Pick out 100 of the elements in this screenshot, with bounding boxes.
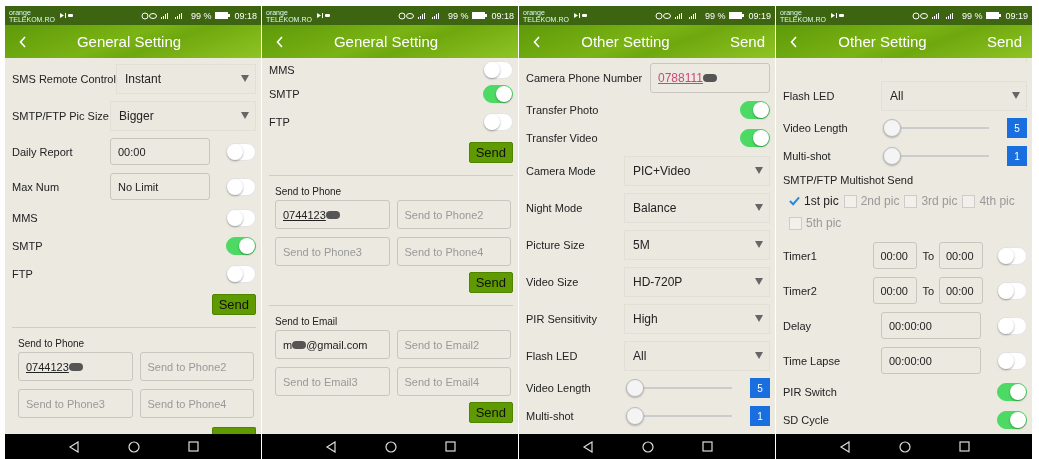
setting-label: Flash LED	[783, 89, 836, 102]
setting-label: Video Size	[526, 275, 580, 288]
clock-time: 09:19	[748, 10, 771, 21]
dropdown[interactable]: All	[624, 340, 770, 371]
setting-label: Video Length	[526, 382, 592, 394]
input-field[interactable]: 00:00	[939, 242, 983, 269]
setting-label: Transfer Photo	[526, 104, 600, 116]
send-button[interactable]: Send	[468, 271, 513, 293]
clock-time: 09:18	[491, 10, 514, 21]
recents-icon[interactable]	[187, 441, 199, 452]
input-field[interactable]: m @gmail.com	[275, 330, 390, 359]
input-field[interactable]: Send to Phone4	[396, 237, 511, 266]
input-field[interactable]: 00:00	[873, 242, 918, 269]
value-readout: 5	[1007, 118, 1027, 138]
range-label: To	[922, 284, 934, 297]
back-nav-icon[interactable]	[838, 440, 851, 453]
back-icon[interactable]	[276, 35, 284, 48]
input-field[interactable]: 00:00:00	[881, 347, 981, 374]
setting-label: SMS Remote Control	[12, 72, 116, 85]
setting-label: FTP	[12, 268, 34, 280]
dropdown[interactable]: HD-720P	[624, 266, 770, 297]
toggle-switch[interactable]	[483, 85, 513, 103]
back-icon[interactable]	[790, 35, 798, 48]
slider-thumb[interactable]	[626, 379, 644, 397]
slider-thumb[interactable]	[883, 119, 901, 137]
setting-label: Camera Mode	[526, 164, 597, 177]
toggle-switch[interactable]	[997, 246, 1027, 265]
toggle-switch[interactable]	[740, 129, 770, 147]
setting-label: Picture Size	[526, 238, 586, 251]
dropdown[interactable]: Bigger	[110, 100, 256, 131]
send-button[interactable]: Send	[211, 293, 256, 315]
toggle-switch[interactable]	[997, 383, 1027, 401]
toggle-switch[interactable]	[226, 209, 256, 227]
recents-icon[interactable]	[958, 441, 970, 452]
setting-label: SMTP	[269, 88, 301, 100]
setting-label: Daily Report	[12, 145, 74, 158]
notification-icons	[315, 12, 330, 19]
back-nav-icon[interactable]	[67, 440, 80, 453]
dropdown[interactable]: Instant	[115, 63, 256, 94]
recents-icon[interactable]	[444, 441, 456, 452]
home-icon[interactable]	[641, 440, 654, 453]
dropdown[interactable]: PIC+Video	[624, 155, 770, 186]
input-field[interactable]: 00:00:00	[881, 312, 981, 339]
toggle-switch[interactable]	[997, 351, 1027, 370]
setting-label: SMTP	[12, 240, 44, 252]
send-button[interactable]: Send	[468, 141, 513, 163]
input-field[interactable]: No Limit	[110, 173, 210, 200]
checkbox[interactable]: 1st pic	[789, 192, 839, 210]
toggle-switch[interactable]	[226, 237, 256, 255]
toggle-switch[interactable]	[997, 411, 1027, 429]
input-field[interactable]: Send to Phone2	[139, 352, 254, 381]
input-field[interactable]: 0744123	[18, 352, 133, 381]
input-field[interactable]: Send to Phone2	[396, 200, 511, 229]
toggle-switch[interactable]	[740, 101, 770, 119]
input-field[interactable]: 00:00	[939, 277, 983, 304]
home-icon[interactable]	[384, 440, 397, 453]
back-icon[interactable]	[533, 35, 541, 48]
toggle-switch[interactable]	[483, 61, 513, 79]
screen-title: General Setting	[332, 33, 440, 50]
slider-thumb[interactable]	[883, 147, 901, 165]
home-icon[interactable]	[127, 440, 140, 453]
input-field[interactable]: 0788111	[650, 63, 770, 93]
toggle-switch[interactable]	[997, 281, 1027, 300]
setting-label: Transfer Video	[526, 132, 599, 144]
send-button[interactable]: Send	[468, 401, 513, 423]
input-field[interactable]: 0744123	[275, 200, 390, 229]
dropdown[interactable]: High	[624, 303, 770, 334]
toggle-switch[interactable]	[226, 142, 256, 161]
input-field[interactable]: 00:00	[873, 277, 918, 304]
send-button[interactable]	[212, 427, 256, 434]
setting-label: Night Mode	[526, 201, 584, 214]
slider-thumb[interactable]	[626, 407, 644, 425]
recents-icon[interactable]	[701, 441, 713, 452]
toggle-switch[interactable]	[483, 113, 513, 131]
setting-label: Flash LED	[526, 349, 579, 362]
toggle-switch[interactable]	[226, 265, 256, 283]
back-icon[interactable]	[19, 35, 27, 48]
setting-label: PIR Sensitivity	[526, 312, 598, 325]
notification-icons	[829, 12, 844, 19]
dropdown[interactable]: Balance	[624, 192, 770, 223]
input-field[interactable]: Send to Email2	[396, 330, 511, 359]
toggle-switch[interactable]	[226, 177, 256, 196]
input-field[interactable]: Send to Phone3	[275, 237, 390, 266]
dropdown[interactable]: All	[881, 80, 1027, 111]
input-field[interactable]: 00:00	[110, 138, 210, 165]
input-field[interactable]: Send to Phone4	[139, 389, 254, 418]
input-field[interactable]: Send to Email3	[275, 367, 390, 396]
dropdown[interactable]: 5M	[624, 229, 770, 260]
input-field[interactable]: Send to Phone3	[18, 389, 133, 418]
input-field[interactable]: Send to Email4	[396, 367, 511, 396]
setting-label: Video Length	[783, 122, 849, 134]
setting-label: Delay	[783, 319, 813, 332]
toggle-switch[interactable]	[997, 316, 1027, 335]
back-nav-icon[interactable]	[581, 440, 594, 453]
checkmark-icon	[789, 196, 800, 206]
caret-icon	[755, 204, 763, 211]
screen-title: Other Setting	[580, 33, 671, 50]
home-icon[interactable]	[898, 440, 911, 453]
battery-percent: 99 %	[447, 10, 469, 21]
back-nav-icon[interactable]	[324, 440, 337, 453]
